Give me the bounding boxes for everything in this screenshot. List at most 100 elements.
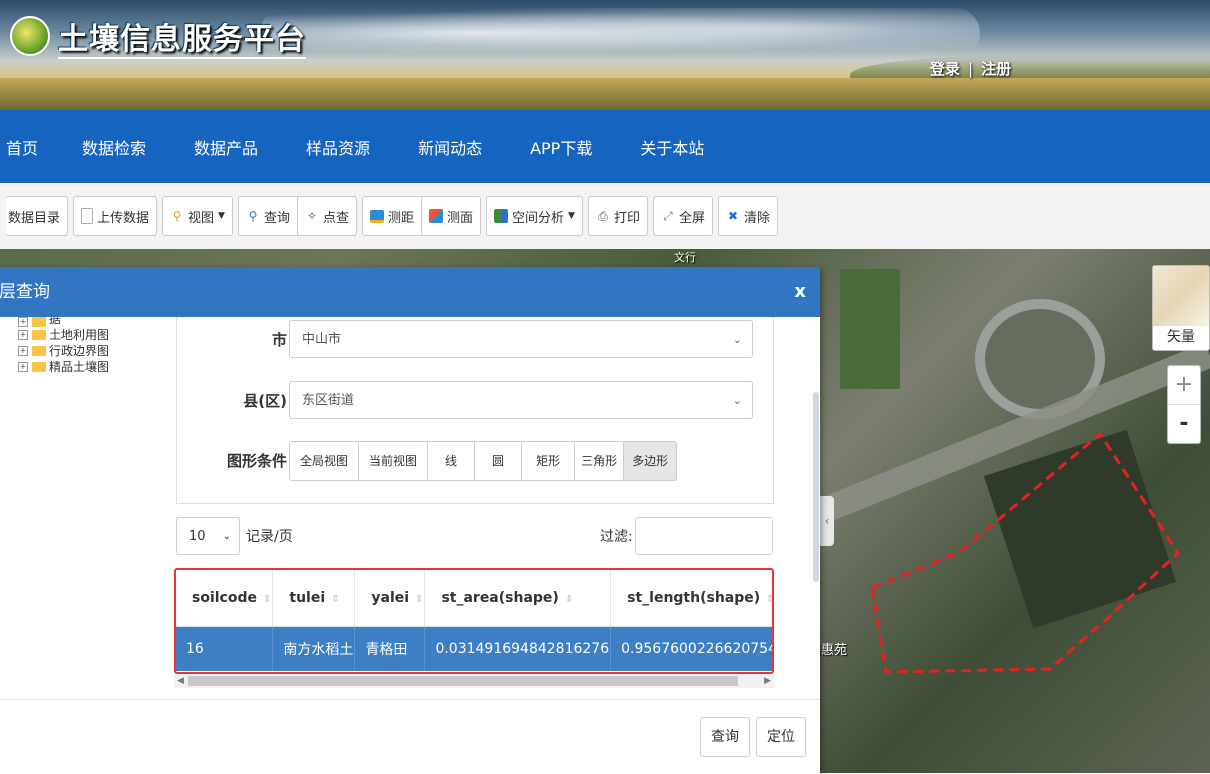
view-dropdown-button[interactable]: ⚲ 视图 ▼ [162, 196, 233, 236]
scroll-left-icon[interactable]: ◀ [177, 674, 184, 688]
shape-row: 图形条件 [177, 441, 287, 479]
catalog-button[interactable]: 数据目录 [6, 196, 69, 236]
column-header-tulei[interactable]: tulei ⇕ [272, 570, 356, 627]
measure-area-button[interactable]: 测面 [422, 196, 482, 236]
side-panel-toggle-chevron-icon[interactable]: ‹ [820, 496, 834, 546]
tree-node[interactable]: + 第二次土壤普查新数据 [18, 317, 168, 327]
point-query-icon: ✧ [306, 209, 318, 223]
measure-area-label: 测面 [447, 210, 474, 226]
zoom-control: + - [1167, 365, 1201, 444]
spatial-analysis-label: 空间分析 [512, 210, 565, 226]
shape-option-polygon[interactable]: 多边形 [623, 441, 678, 481]
locate-button[interactable]: 定位 [756, 717, 806, 757]
caret-down-icon: ▼ [218, 211, 225, 221]
point-query-button[interactable]: ✧ 点查 [297, 196, 357, 236]
shape-option-circle[interactable]: 圆 [474, 441, 523, 481]
page-size-value: 10 [189, 529, 206, 544]
page-size-suffix: 记录/页 [246, 529, 293, 545]
shape-option-triangle[interactable]: 三角形 [574, 441, 625, 481]
nav-item-home[interactable]: 首页 [6, 135, 38, 159]
nav-item-about[interactable]: 关于本站 [640, 135, 704, 159]
column-header-st-length[interactable]: st_length(shape) ⇕ [610, 570, 774, 627]
tree-node[interactable]: + 精品土壤图 [18, 359, 168, 375]
shape-option-global-view[interactable]: 全局视图 [289, 441, 360, 481]
column-header-yalei[interactable]: yalei ⇕ [354, 570, 426, 627]
county-select[interactable]: 东区街道 ⌄ [289, 381, 753, 419]
expand-plus-icon[interactable]: + [18, 346, 28, 356]
county-select-value: 东区街道 [302, 393, 355, 408]
chevron-down-icon: ⌄ [732, 394, 742, 407]
clear-button[interactable]: ✖ 清除 [718, 196, 779, 236]
spatial-analysis-dropdown-button[interactable]: 空间分析 ▼ [486, 196, 583, 236]
tree-node[interactable]: + 行政边界图 [18, 343, 168, 359]
table-row[interactable]: 16 南方水稻土 青格田 0.031491694842816276 0.9567… [176, 626, 772, 671]
nav-item-app-download[interactable]: APP下载 [530, 135, 592, 159]
measure-button-group: 测距 测面 [362, 196, 482, 236]
auth-links: 登录 | 注册 [930, 58, 1011, 79]
folder-icon [31, 317, 46, 327]
expand-plus-icon[interactable]: + [18, 362, 28, 372]
basemap-switcher[interactable]: 矢量 [1152, 265, 1210, 351]
print-button-label: 打印 [613, 210, 640, 226]
register-link[interactable]: 注册 [981, 60, 1011, 78]
expand-plus-icon[interactable]: + [18, 317, 28, 327]
city-select[interactable]: 中山市 ⌄ [289, 320, 753, 358]
close-icon[interactable]: x [794, 267, 806, 317]
tree-node[interactable]: + 土地利用图 [18, 327, 168, 343]
cell-tulei: 南方水稻土 [272, 626, 356, 671]
scrollbar-thumb[interactable] [188, 676, 738, 686]
folder-icon [32, 330, 46, 340]
zoom-out-button[interactable]: - [1168, 404, 1200, 443]
nav-item-sample-resources[interactable]: 样品资源 [306, 135, 370, 159]
basemap-switcher-label: 矢量 [1167, 329, 1195, 345]
upload-button[interactable]: 上传数据 [73, 196, 158, 236]
ruler-icon [370, 209, 384, 223]
shape-option-current-view[interactable]: 当前视图 [358, 441, 429, 481]
query-button[interactable]: ⚲ 查询 [237, 196, 298, 236]
page-size-select[interactable]: 10 ⌄ [176, 517, 240, 555]
layer-tree: + 第二次土壤普查新数据 + 土地利用图 + 行政边界图 + 精品土壤图 [18, 317, 168, 375]
shape-option-rectangle[interactable]: 矩形 [521, 441, 576, 481]
nav-item-news[interactable]: 新闻动态 [418, 135, 482, 159]
folder-icon [32, 362, 46, 372]
vector-map-thumbnail [1153, 266, 1209, 326]
query-submit-button[interactable]: 查询 [700, 717, 750, 757]
shape-condition-group: 全局视图 当前视图 线 圆 矩形 三角形 多边形 [289, 441, 678, 481]
column-header-soilcode[interactable]: soilcode ⇕ [176, 570, 274, 627]
site-title-text: 土壤信息服务平台 [58, 22, 306, 59]
clear-button-label: 清除 [744, 210, 771, 226]
table-filter: 过滤: [600, 517, 773, 555]
city-select-value: 中山市 [302, 332, 342, 347]
sort-icon: ⇕ [766, 594, 774, 605]
area-icon [429, 209, 444, 223]
dialog-vertical-scrollbar[interactable] [813, 392, 819, 582]
site-title[interactable]: 土壤信息服务平台 [58, 14, 306, 59]
dialog-body: + 第二次土壤普查新数据 + 土地利用图 + 行政边界图 + 精品土壤图 [0, 317, 820, 699]
table-horizontal-scrollbar[interactable]: ◀ ▶ [174, 674, 774, 688]
caret-down-icon: ▼ [568, 211, 575, 221]
login-link[interactable]: 登录 [930, 60, 960, 78]
shape-option-line[interactable]: 线 [427, 441, 476, 481]
fullscreen-button[interactable]: ⤢ 全屏 [652, 196, 713, 236]
cell-yalei: 青格田 [354, 626, 426, 671]
dialog-title: 图层查询 [0, 282, 50, 302]
expand-plus-icon[interactable]: + [18, 330, 28, 340]
nav-item-data-products[interactable]: 数据产品 [194, 135, 258, 159]
auth-separator: | [968, 60, 974, 78]
site-logo-icon[interactable] [10, 16, 50, 56]
filter-input[interactable] [634, 517, 773, 555]
main-nav: 首页 数据检索 数据产品 样品资源 新闻动态 APP下载 关于本站 [0, 110, 1210, 183]
clear-x-icon: ✖ [727, 209, 739, 223]
printer-icon: ⎙ [598, 209, 608, 223]
zoom-in-button[interactable]: + [1168, 366, 1200, 404]
query-icon: ⚲ [248, 209, 258, 223]
measure-distance-button[interactable]: 测距 [362, 196, 423, 236]
spatial-analysis-icon [494, 209, 509, 223]
folder-icon [32, 346, 46, 356]
column-header-st-area[interactable]: st_area(shape) ⇕ [424, 570, 612, 627]
print-button[interactable]: ⎙ 打印 [587, 196, 648, 236]
sort-icon: ⇕ [415, 594, 424, 605]
nav-item-data-search[interactable]: 数据检索 [82, 135, 146, 159]
scroll-right-icon[interactable]: ▶ [764, 674, 771, 688]
query-form: 市 中山市 ⌄ 县(区) 东区街道 ⌄ 图形条件 全局视图 当前视图 线 圆 矩 [176, 317, 774, 504]
